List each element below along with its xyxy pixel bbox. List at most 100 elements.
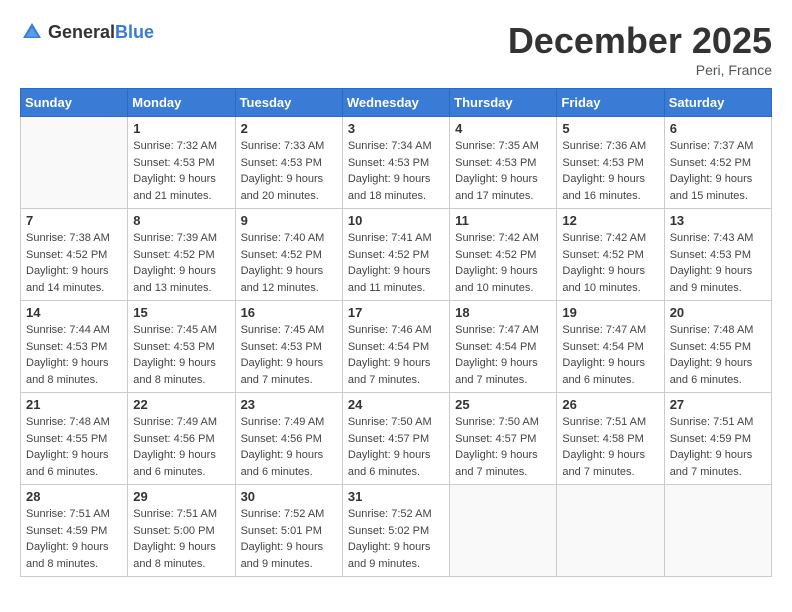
logo-blue-text: Blue [115, 22, 154, 42]
day-number: 4 [455, 121, 551, 136]
day-number: 31 [348, 489, 444, 504]
day-number: 21 [26, 397, 122, 412]
day-number: 20 [670, 305, 766, 320]
day-info: Sunrise: 7:51 AMSunset: 4:59 PMDaylight:… [670, 414, 766, 480]
calendar-week-2: 7 Sunrise: 7:38 AMSunset: 4:52 PMDayligh… [21, 209, 772, 301]
calendar-day: 25 Sunrise: 7:50 AMSunset: 4:57 PMDaylig… [450, 393, 557, 485]
day-number: 26 [562, 397, 658, 412]
day-info: Sunrise: 7:40 AMSunset: 4:52 PMDaylight:… [241, 230, 337, 296]
day-info: Sunrise: 7:39 AMSunset: 4:52 PMDaylight:… [133, 230, 229, 296]
calendar-day [21, 117, 128, 209]
calendar-day: 6 Sunrise: 7:37 AMSunset: 4:52 PMDayligh… [664, 117, 771, 209]
day-info: Sunrise: 7:33 AMSunset: 4:53 PMDaylight:… [241, 138, 337, 204]
day-info: Sunrise: 7:41 AMSunset: 4:52 PMDaylight:… [348, 230, 444, 296]
day-number: 1 [133, 121, 229, 136]
title-area: December 2025 Peri, France [508, 20, 772, 78]
day-number: 19 [562, 305, 658, 320]
day-number: 23 [241, 397, 337, 412]
page-header: GeneralBlue December 2025 Peri, France [20, 20, 772, 78]
calendar-day: 30 Sunrise: 7:52 AMSunset: 5:01 PMDaylig… [235, 485, 342, 577]
calendar-day: 22 Sunrise: 7:49 AMSunset: 4:56 PMDaylig… [128, 393, 235, 485]
calendar-day: 29 Sunrise: 7:51 AMSunset: 5:00 PMDaylig… [128, 485, 235, 577]
calendar-day: 17 Sunrise: 7:46 AMSunset: 4:54 PMDaylig… [342, 301, 449, 393]
col-monday: Monday [128, 89, 235, 117]
day-info: Sunrise: 7:47 AMSunset: 4:54 PMDaylight:… [562, 322, 658, 388]
day-info: Sunrise: 7:52 AMSunset: 5:01 PMDaylight:… [241, 506, 337, 572]
calendar-day: 9 Sunrise: 7:40 AMSunset: 4:52 PMDayligh… [235, 209, 342, 301]
day-info: Sunrise: 7:46 AMSunset: 4:54 PMDaylight:… [348, 322, 444, 388]
day-number: 15 [133, 305, 229, 320]
calendar-day: 7 Sunrise: 7:38 AMSunset: 4:52 PMDayligh… [21, 209, 128, 301]
calendar-day [664, 485, 771, 577]
calendar-day: 13 Sunrise: 7:43 AMSunset: 4:53 PMDaylig… [664, 209, 771, 301]
day-number: 25 [455, 397, 551, 412]
day-info: Sunrise: 7:48 AMSunset: 4:55 PMDaylight:… [26, 414, 122, 480]
day-number: 12 [562, 213, 658, 228]
day-number: 13 [670, 213, 766, 228]
calendar-day: 24 Sunrise: 7:50 AMSunset: 4:57 PMDaylig… [342, 393, 449, 485]
day-number: 10 [348, 213, 444, 228]
day-number: 11 [455, 213, 551, 228]
day-info: Sunrise: 7:51 AMSunset: 4:58 PMDaylight:… [562, 414, 658, 480]
day-info: Sunrise: 7:52 AMSunset: 5:02 PMDaylight:… [348, 506, 444, 572]
day-number: 5 [562, 121, 658, 136]
calendar-day: 4 Sunrise: 7:35 AMSunset: 4:53 PMDayligh… [450, 117, 557, 209]
day-info: Sunrise: 7:48 AMSunset: 4:55 PMDaylight:… [670, 322, 766, 388]
calendar-day: 23 Sunrise: 7:49 AMSunset: 4:56 PMDaylig… [235, 393, 342, 485]
day-info: Sunrise: 7:50 AMSunset: 4:57 PMDaylight:… [348, 414, 444, 480]
calendar-day: 21 Sunrise: 7:48 AMSunset: 4:55 PMDaylig… [21, 393, 128, 485]
day-info: Sunrise: 7:43 AMSunset: 4:53 PMDaylight:… [670, 230, 766, 296]
day-info: Sunrise: 7:51 AMSunset: 5:00 PMDaylight:… [133, 506, 229, 572]
day-number: 30 [241, 489, 337, 504]
calendar-day: 14 Sunrise: 7:44 AMSunset: 4:53 PMDaylig… [21, 301, 128, 393]
col-saturday: Saturday [664, 89, 771, 117]
calendar-day [450, 485, 557, 577]
day-number: 16 [241, 305, 337, 320]
location: Peri, France [508, 62, 772, 78]
day-info: Sunrise: 7:44 AMSunset: 4:53 PMDaylight:… [26, 322, 122, 388]
calendar-day: 5 Sunrise: 7:36 AMSunset: 4:53 PMDayligh… [557, 117, 664, 209]
col-friday: Friday [557, 89, 664, 117]
day-info: Sunrise: 7:51 AMSunset: 4:59 PMDaylight:… [26, 506, 122, 572]
day-info: Sunrise: 7:37 AMSunset: 4:52 PMDaylight:… [670, 138, 766, 204]
calendar-table: Sunday Monday Tuesday Wednesday Thursday… [20, 88, 772, 577]
logo-icon [20, 20, 44, 44]
col-thursday: Thursday [450, 89, 557, 117]
day-number: 29 [133, 489, 229, 504]
day-info: Sunrise: 7:49 AMSunset: 4:56 PMDaylight:… [241, 414, 337, 480]
day-number: 14 [26, 305, 122, 320]
calendar-day: 3 Sunrise: 7:34 AMSunset: 4:53 PMDayligh… [342, 117, 449, 209]
logo-general-text: General [48, 22, 115, 42]
day-number: 2 [241, 121, 337, 136]
day-info: Sunrise: 7:49 AMSunset: 4:56 PMDaylight:… [133, 414, 229, 480]
calendar-day: 31 Sunrise: 7:52 AMSunset: 5:02 PMDaylig… [342, 485, 449, 577]
calendar-day: 8 Sunrise: 7:39 AMSunset: 4:52 PMDayligh… [128, 209, 235, 301]
calendar-day: 2 Sunrise: 7:33 AMSunset: 4:53 PMDayligh… [235, 117, 342, 209]
day-info: Sunrise: 7:36 AMSunset: 4:53 PMDaylight:… [562, 138, 658, 204]
calendar-day [557, 485, 664, 577]
calendar-day: 10 Sunrise: 7:41 AMSunset: 4:52 PMDaylig… [342, 209, 449, 301]
calendar-week-4: 21 Sunrise: 7:48 AMSunset: 4:55 PMDaylig… [21, 393, 772, 485]
calendar-week-3: 14 Sunrise: 7:44 AMSunset: 4:53 PMDaylig… [21, 301, 772, 393]
day-info: Sunrise: 7:45 AMSunset: 4:53 PMDaylight:… [133, 322, 229, 388]
day-info: Sunrise: 7:42 AMSunset: 4:52 PMDaylight:… [455, 230, 551, 296]
day-info: Sunrise: 7:42 AMSunset: 4:52 PMDaylight:… [562, 230, 658, 296]
day-number: 9 [241, 213, 337, 228]
calendar-day: 1 Sunrise: 7:32 AMSunset: 4:53 PMDayligh… [128, 117, 235, 209]
day-number: 17 [348, 305, 444, 320]
day-number: 6 [670, 121, 766, 136]
calendar-day: 26 Sunrise: 7:51 AMSunset: 4:58 PMDaylig… [557, 393, 664, 485]
day-number: 28 [26, 489, 122, 504]
day-info: Sunrise: 7:32 AMSunset: 4:53 PMDaylight:… [133, 138, 229, 204]
day-number: 7 [26, 213, 122, 228]
col-sunday: Sunday [21, 89, 128, 117]
day-number: 27 [670, 397, 766, 412]
logo: GeneralBlue [20, 20, 154, 44]
day-info: Sunrise: 7:47 AMSunset: 4:54 PMDaylight:… [455, 322, 551, 388]
day-info: Sunrise: 7:34 AMSunset: 4:53 PMDaylight:… [348, 138, 444, 204]
calendar-day: 11 Sunrise: 7:42 AMSunset: 4:52 PMDaylig… [450, 209, 557, 301]
day-number: 24 [348, 397, 444, 412]
day-info: Sunrise: 7:45 AMSunset: 4:53 PMDaylight:… [241, 322, 337, 388]
day-number: 18 [455, 305, 551, 320]
calendar-week-5: 28 Sunrise: 7:51 AMSunset: 4:59 PMDaylig… [21, 485, 772, 577]
